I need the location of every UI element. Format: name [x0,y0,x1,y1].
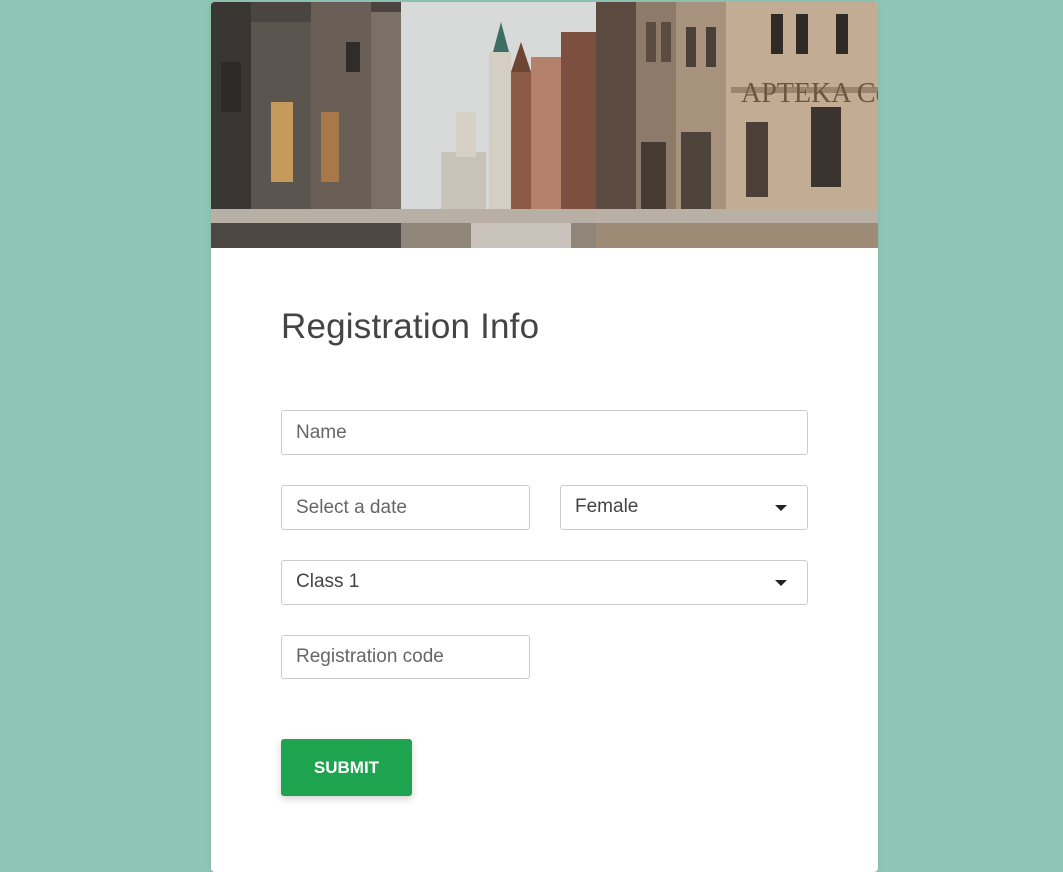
date-input[interactable] [281,485,530,530]
registration-card: APTEKA Ce Registration Info Female [211,2,878,872]
class-select-value: Class 1 [296,571,360,592]
hero-image: APTEKA Ce [211,2,878,248]
page-title: Registration Info [281,307,540,346]
svg-text:APTEKA Ce: APTEKA Ce [741,78,878,109]
gender-select[interactable]: Female [560,485,808,530]
registration-code-input[interactable] [281,635,530,679]
class-select[interactable]: Class 1 [281,560,808,605]
caret-down-icon [775,580,787,586]
submit-button[interactable]: SUBMIT [281,739,412,796]
gender-select-value: Female [575,496,639,517]
caret-down-icon [775,505,787,511]
name-input[interactable] [281,410,808,455]
